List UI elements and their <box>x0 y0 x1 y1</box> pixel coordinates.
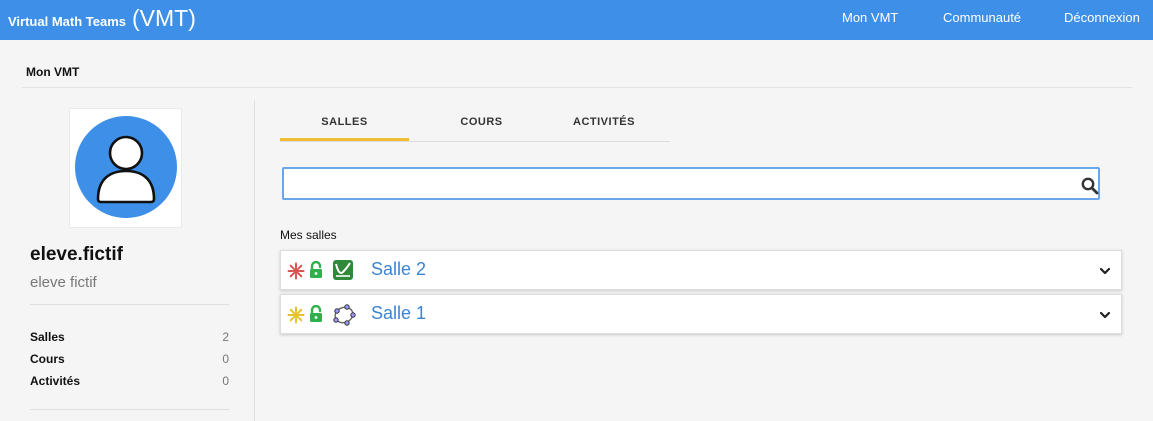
sidebar-divider <box>30 304 229 305</box>
role-participant-icon <box>287 306 305 324</box>
geogebra-icon <box>333 304 356 326</box>
breadcrumb-title[interactable]: Mon VMT <box>26 65 79 79</box>
section-title: Mes salles <box>280 228 337 242</box>
profile-username: eleve.fictif <box>30 244 123 265</box>
tab-salles[interactable]: SALLES <box>280 101 409 141</box>
tab-cours[interactable]: COURS <box>419 101 544 141</box>
room-name[interactable]: Salle 1 <box>371 303 426 324</box>
role-facilitator-icon <box>287 262 305 280</box>
chevron-down-icon[interactable] <box>1099 310 1111 320</box>
room-card-salle-2[interactable]: Salle 2 <box>280 250 1122 290</box>
stat-value: 2 <box>222 330 229 344</box>
search-icon <box>1081 177 1099 195</box>
avatar <box>69 108 182 228</box>
tab-bar: SALLES COURS ACTIVITÉS <box>280 101 670 142</box>
stat-cours: Cours 0 <box>30 352 229 370</box>
stat-value: 0 <box>222 374 229 388</box>
search-button[interactable] <box>1080 176 1100 196</box>
stat-label: Cours <box>30 352 65 366</box>
unlocked-icon <box>310 261 322 278</box>
tab-label: SALLES <box>321 116 368 128</box>
tab-activites[interactable]: ACTIVITÉS <box>544 101 664 141</box>
brand-name: Virtual Math Teams <box>8 14 126 29</box>
sidebar-divider <box>30 409 229 410</box>
stat-label: Salles <box>30 330 65 344</box>
profile-fullname: eleve fictif <box>30 274 97 291</box>
brand-acronym: (VMT) <box>132 5 196 31</box>
nav-deconnexion[interactable]: Déconnexion <box>1064 10 1140 25</box>
unlocked-icon <box>310 305 322 322</box>
tab-label: ACTIVITÉS <box>573 116 635 128</box>
chevron-down-icon[interactable] <box>1099 266 1111 276</box>
desmos-icon <box>333 260 353 280</box>
brand-logo[interactable]: Virtual Math Teams (VMT) <box>8 5 196 33</box>
stat-value: 0 <box>222 352 229 366</box>
nav-mon-vmt[interactable]: Mon VMT <box>842 10 898 25</box>
stat-label: Activités <box>30 374 81 388</box>
stat-activites: Activités 0 <box>30 374 229 392</box>
user-avatar-icon <box>75 116 177 218</box>
breadcrumb: Mon VMT <box>22 42 1132 88</box>
tab-label: COURS <box>460 116 503 128</box>
column-divider <box>254 100 255 421</box>
room-card-salle-1[interactable]: Salle 1 <box>280 294 1122 334</box>
room-name[interactable]: Salle 2 <box>371 259 426 280</box>
top-navbar: Virtual Math Teams (VMT) Mon VMT Communa… <box>0 0 1153 40</box>
nav-communaute[interactable]: Communauté <box>943 10 1021 25</box>
stat-salles: Salles 2 <box>30 330 229 348</box>
search-input[interactable] <box>282 167 1100 200</box>
